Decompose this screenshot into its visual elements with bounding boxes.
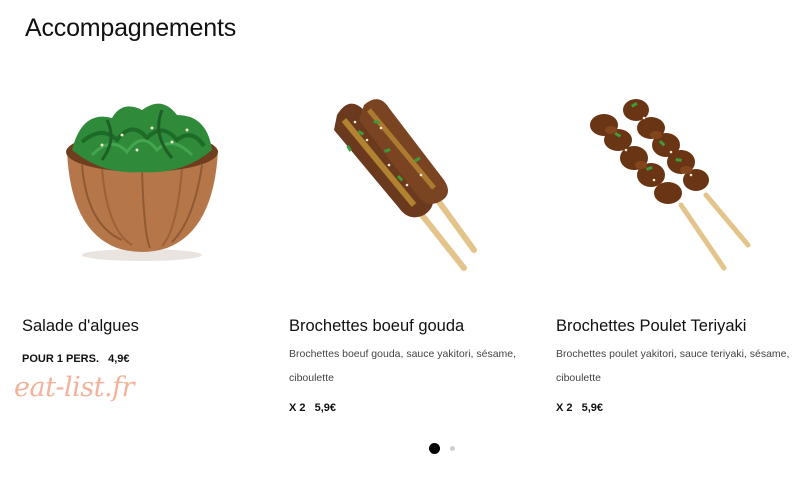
section-title: Accompagnements <box>25 14 237 42</box>
product-price: 4,9€ <box>108 353 130 365</box>
product-name[interactable]: Salade d'algues <box>22 317 139 336</box>
product-card-brochettes-poulet[interactable]: Brochettes Poulet Teriyaki Brochettes po… <box>556 80 794 425</box>
product-name[interactable]: Brochettes boeuf gouda <box>289 317 464 336</box>
beef-skewer-image[interactable] <box>289 80 539 295</box>
product-quantity: X 2 <box>289 402 306 414</box>
product-quantity: POUR 1 PERS. <box>22 353 100 365</box>
product-name[interactable]: Brochettes Poulet Teriyaki <box>556 317 746 336</box>
carousel-dot-active[interactable] <box>429 442 440 454</box>
carousel-dot[interactable] <box>450 445 455 451</box>
product-description: Brochettes boeuf gouda, sauce yakitori, … <box>289 348 517 384</box>
beef-skewer-icon <box>334 99 477 271</box>
product-description: Brochettes poulet yakitori, sauce teriya… <box>556 348 790 384</box>
watermark: eat-list.fr <box>14 372 135 403</box>
price-row: X 2 5,9€ <box>289 402 336 414</box>
product-quantity: X 2 <box>556 402 573 414</box>
seaweed-bowl-icon <box>66 103 218 261</box>
seaweed-salad-image[interactable] <box>22 80 272 295</box>
product-price: 5,9€ <box>314 402 336 414</box>
product-card-brochettes-boeuf[interactable]: Brochettes boeuf gouda Brochettes boeuf … <box>289 80 539 425</box>
carousel-pagination <box>429 442 455 454</box>
chicken-skewer-image[interactable] <box>556 80 794 295</box>
product-price: 5,9€ <box>581 402 603 414</box>
price-row: POUR 1 PERS. 4,9€ <box>22 353 130 365</box>
price-row: X 2 5,9€ <box>556 402 603 414</box>
chicken-skewer-icon <box>590 99 751 271</box>
